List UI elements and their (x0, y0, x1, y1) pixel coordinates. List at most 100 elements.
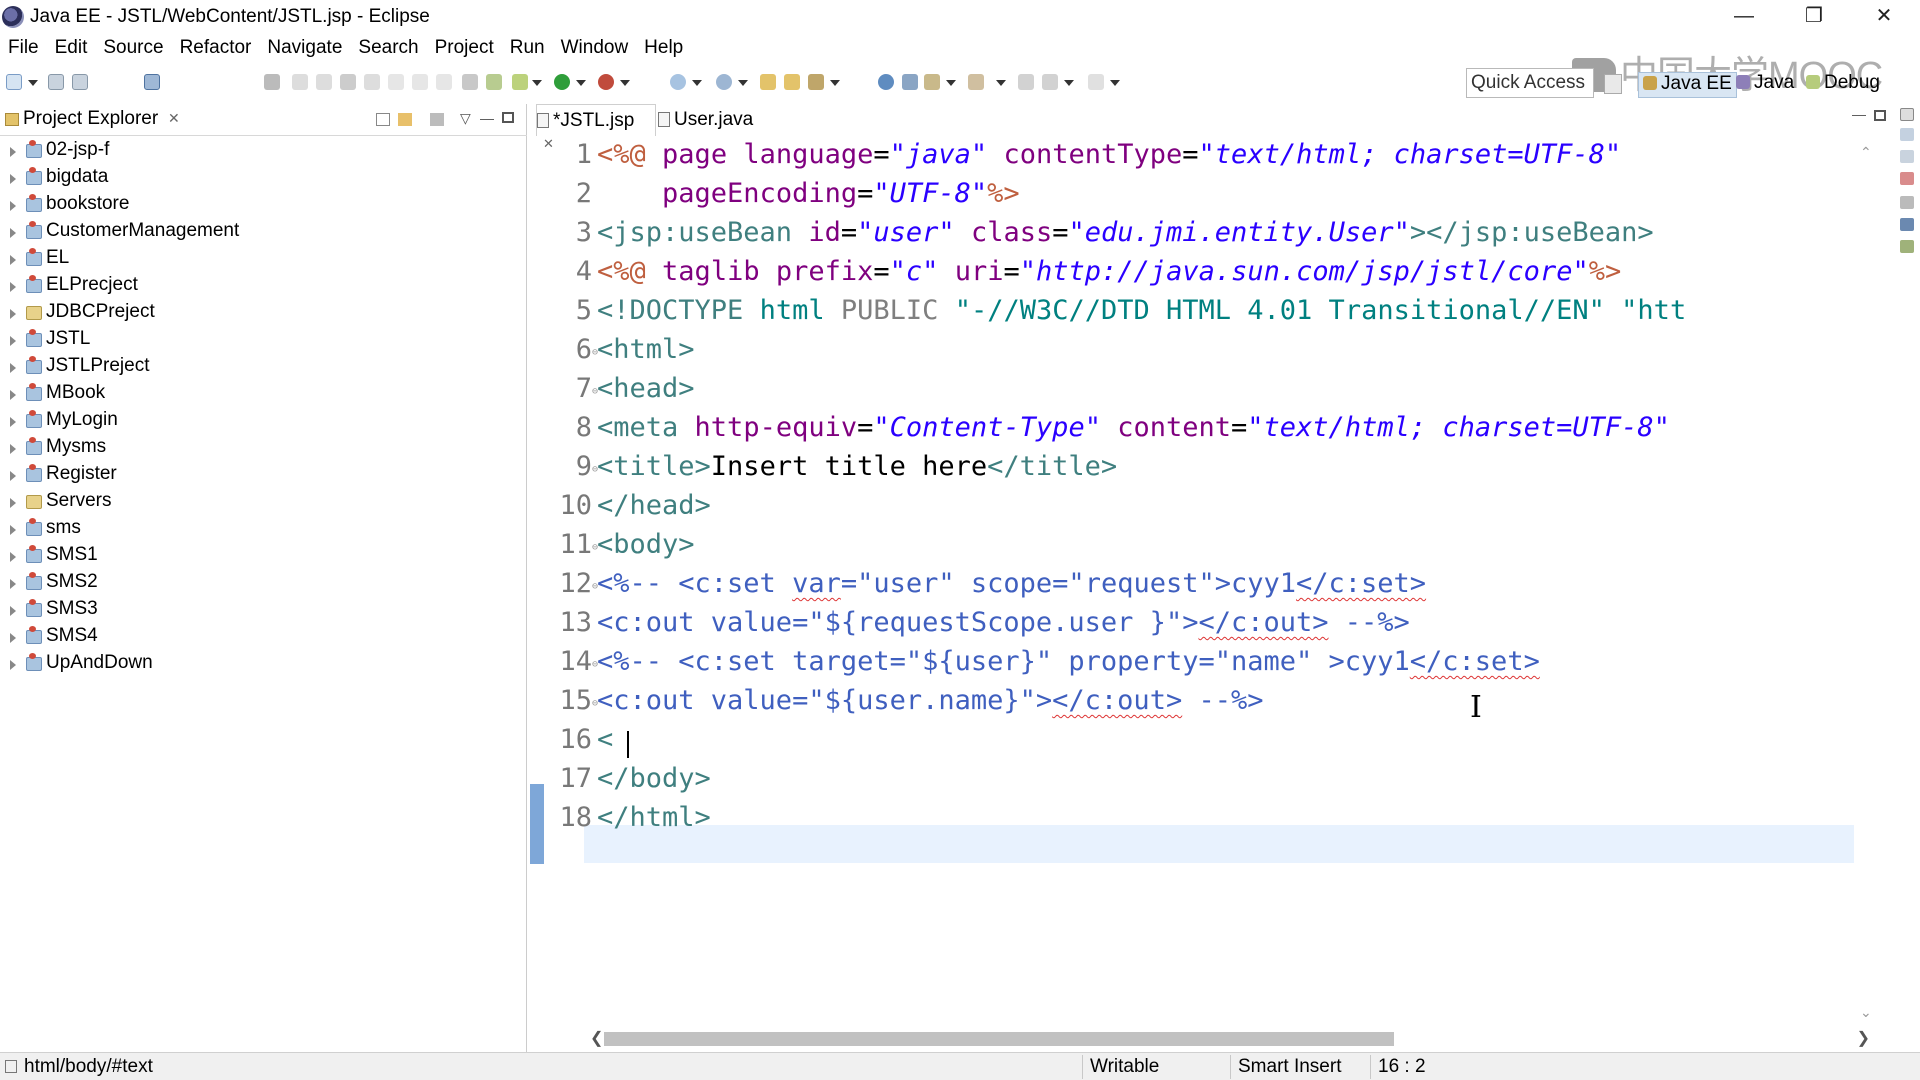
code-line[interactable]: 16 < (544, 724, 1868, 763)
expand-arrow-icon[interactable] (10, 525, 16, 535)
tree-item-project[interactable]: MBook (0, 381, 520, 408)
tree-item-project[interactable]: Servers (0, 489, 520, 516)
forward-icon[interactable] (1088, 74, 1104, 90)
disconnect-icon[interactable] (364, 74, 380, 90)
tree-item-project[interactable]: 02-jsp-f (0, 138, 520, 165)
menu-help[interactable]: Help (636, 34, 691, 64)
collapse-all-icon[interactable] (376, 113, 390, 126)
task-list-icon[interactable] (1900, 150, 1914, 163)
close-button[interactable]: ✕ (1850, 0, 1918, 34)
toggle-icon[interactable] (902, 74, 918, 90)
menu-edit[interactable]: Edit (47, 34, 96, 64)
save-icon[interactable] (48, 74, 64, 90)
expand-arrow-icon[interactable] (10, 282, 16, 292)
project-explorer-tab[interactable]: Project Explorer ✕ ▽ — (0, 104, 527, 136)
resume-icon[interactable] (292, 74, 308, 90)
servers-view-icon[interactable] (1900, 218, 1914, 231)
expand-arrow-icon[interactable] (10, 444, 16, 454)
expand-arrow-icon[interactable] (10, 552, 16, 562)
next-annotation-dropdown-icon[interactable] (996, 80, 1006, 86)
expand-arrow-icon[interactable] (10, 336, 16, 346)
focus-icon[interactable] (430, 113, 444, 126)
expand-arrow-icon[interactable] (10, 390, 16, 400)
external-tools-dropdown-icon[interactable] (620, 80, 630, 86)
restore-button[interactable]: ❐ (1780, 0, 1848, 34)
minimize-editor-icon[interactable]: — (1852, 106, 1866, 122)
pin-icon[interactable] (264, 74, 280, 90)
new-server-dropdown-icon[interactable] (692, 80, 702, 86)
code-line[interactable]: 18 </html> (544, 802, 1868, 841)
link-editor-icon[interactable] (398, 113, 412, 126)
menu-file[interactable]: File (0, 34, 47, 64)
outline-icon[interactable] (1900, 128, 1914, 141)
new-web-icon[interactable] (716, 74, 732, 90)
step-into-icon[interactable] (388, 74, 404, 90)
run-icon[interactable] (554, 74, 570, 90)
tree-item-project[interactable]: JSTLPreject (0, 354, 520, 381)
expand-arrow-icon[interactable] (10, 228, 16, 238)
open-type-icon[interactable] (760, 74, 776, 90)
new-web-dropdown-icon[interactable] (738, 80, 748, 86)
horizontal-scrollbar[interactable]: ❮ ❯ (590, 1026, 1870, 1050)
scroll-down-icon[interactable]: ⌄ (1860, 1004, 1872, 1021)
expand-arrow-icon[interactable] (10, 606, 16, 616)
view-menu-icon[interactable]: ▽ (460, 110, 471, 127)
menu-navigate[interactable]: Navigate (259, 34, 350, 64)
next-annotation-icon[interactable] (968, 74, 984, 90)
console-icon[interactable] (144, 74, 160, 90)
step-return-icon[interactable] (436, 74, 452, 90)
code-line[interactable]: 8 <meta http-equiv="Content-Type" content… (544, 412, 1868, 451)
menu-run[interactable]: Run (502, 34, 553, 64)
expand-arrow-icon[interactable] (10, 417, 16, 427)
server-icon[interactable] (486, 74, 502, 90)
tree-item-project[interactable]: EL (0, 246, 520, 273)
search-tool-icon[interactable] (808, 74, 824, 90)
run-dropdown-icon[interactable] (576, 80, 586, 86)
perspective-java[interactable]: Java (1732, 72, 1798, 98)
code-line[interactable]: 4 <%@ taglib prefix="c" uri="http://java.… (544, 256, 1868, 295)
open-perspective-icon[interactable] (1604, 74, 1622, 94)
new-server-icon[interactable] (670, 74, 686, 90)
maximize-view-icon[interactable] (502, 112, 514, 123)
code-editor[interactable]: 1 <%@ page language="java" contentType="t… (544, 136, 1868, 1026)
code-line[interactable]: 2 pageEncoding="UTF-8"%> (544, 178, 1868, 217)
scroll-left-icon[interactable]: ❮ (590, 1028, 603, 1048)
minimize-view-icon[interactable]: — (480, 110, 494, 126)
annotation-dropdown-icon[interactable] (946, 80, 956, 86)
terminate-icon[interactable] (340, 74, 356, 90)
code-line[interactable]: 1 <%@ page language="java" contentType="t… (544, 139, 1868, 178)
tab-user-java[interactable]: User.java (658, 104, 778, 136)
debug-dropdown-icon[interactable] (532, 80, 542, 86)
search-dropdown-icon[interactable] (830, 80, 840, 86)
tree-item-project[interactable]: SMS2 (0, 570, 520, 597)
code-line[interactable]: 13 <c:out value="${requestScope.user }"><… (544, 607, 1868, 646)
tree-item-project[interactable]: MyLogin (0, 408, 520, 435)
tree-item-project[interactable]: SMS4 (0, 624, 520, 651)
quick-access-input[interactable]: Quick Access (1466, 68, 1594, 98)
perspective-java-ee[interactable]: Java EE (1638, 72, 1737, 98)
expand-arrow-icon[interactable] (10, 255, 16, 265)
tree-item-project[interactable]: CustomerManagement (0, 219, 520, 246)
maximize-editor-icon[interactable] (1874, 110, 1886, 121)
markers-icon[interactable] (1900, 172, 1914, 185)
expand-arrow-icon[interactable] (10, 498, 16, 508)
code-line[interactable]: 17 </body> (544, 763, 1868, 802)
menu-source[interactable]: Source (95, 34, 171, 64)
tree-item-project[interactable]: sms (0, 516, 520, 543)
forward-dropdown-icon[interactable] (1110, 80, 1120, 86)
tree-item-project[interactable]: JDBCPreject (0, 300, 520, 327)
back-dropdown-icon[interactable] (1064, 80, 1074, 86)
code-line[interactable]: 15 ⊖ <c:out value="${user.name}"></c:out> … (544, 685, 1868, 724)
expand-arrow-icon[interactable] (10, 363, 16, 373)
tree-item-project[interactable]: UpAndDown (0, 651, 520, 678)
expand-arrow-icon[interactable] (10, 633, 16, 643)
menu-project[interactable]: Project (427, 34, 502, 64)
debug-icon[interactable] (512, 74, 528, 90)
close-view-icon[interactable]: ✕ (168, 110, 180, 127)
menu-window[interactable]: Window (553, 34, 637, 64)
data-source-icon[interactable] (1900, 240, 1914, 253)
code-line[interactable]: 3 <jsp:useBean id="user" class="edu.jmi.e… (544, 217, 1868, 256)
code-line[interactable]: 14 ⊖ <%-- <c:set target="${user}" property… (544, 646, 1868, 685)
horizontal-scroll-thumb[interactable] (604, 1032, 1394, 1046)
restore-trim-icon[interactable] (1900, 108, 1914, 121)
